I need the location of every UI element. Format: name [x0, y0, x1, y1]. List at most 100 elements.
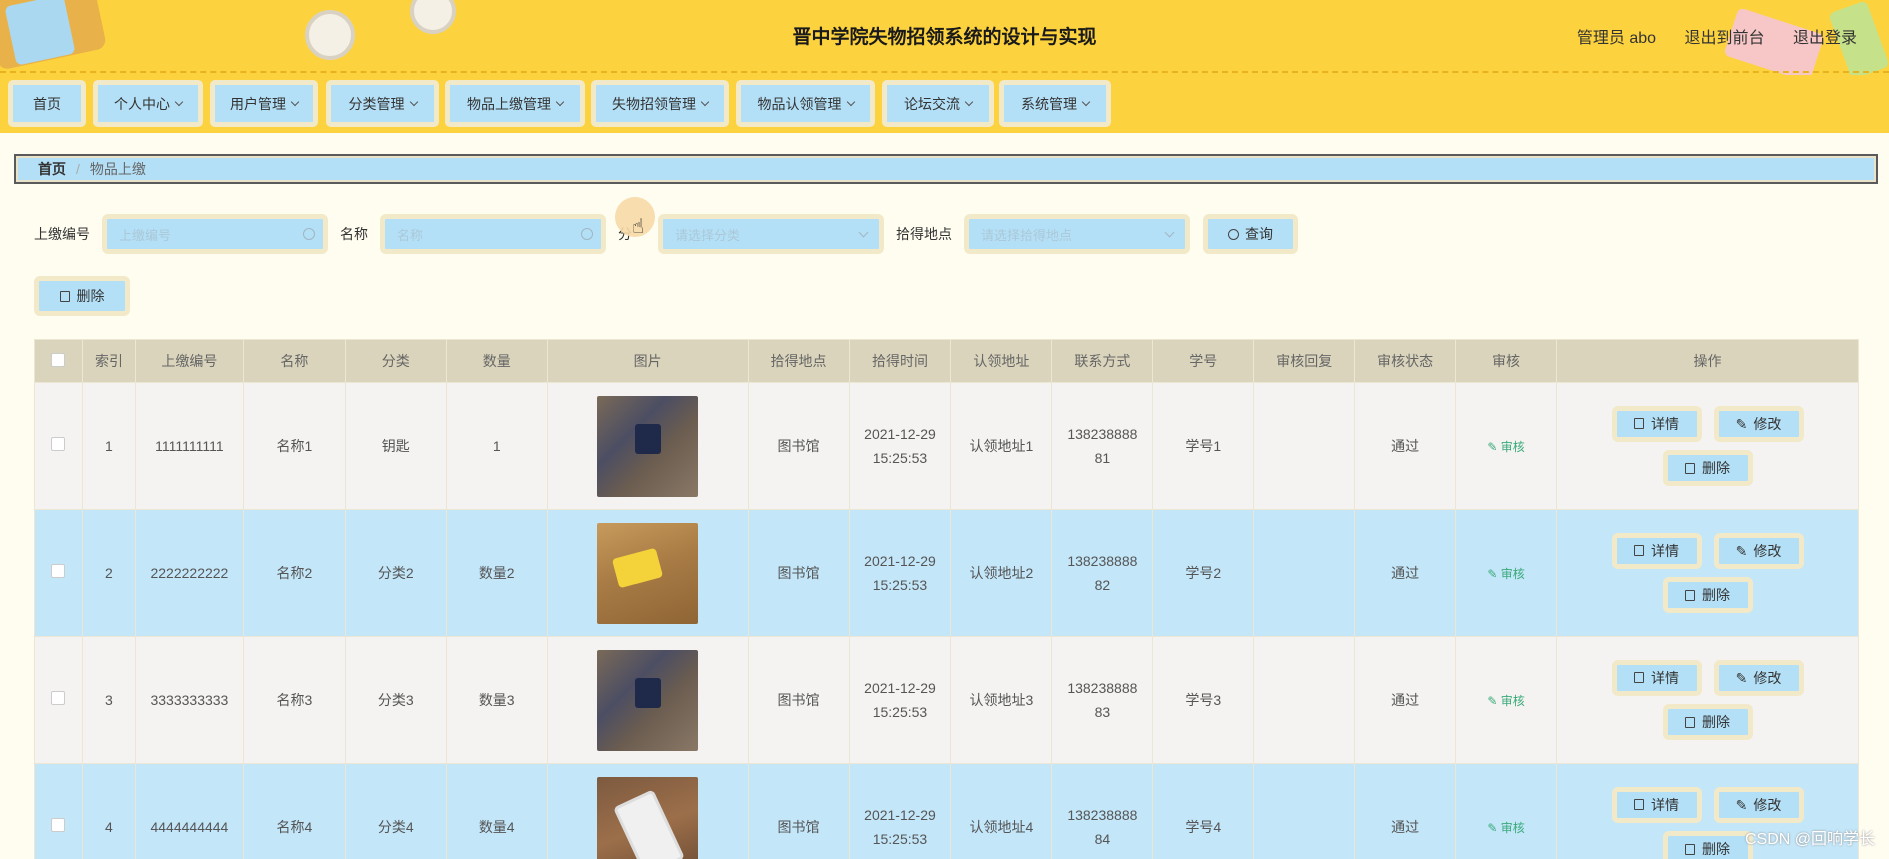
row-checkbox[interactable]	[51, 437, 66, 451]
select-all-checkbox[interactable]	[51, 352, 66, 367]
item-photo-keys[interactable]	[597, 395, 699, 497]
nav-category[interactable]: 分类管理	[326, 80, 439, 127]
bulk-delete-button[interactable]: 删除	[34, 276, 130, 316]
cell-qty: 1	[445, 382, 548, 510]
cell-code: 2222222222	[134, 509, 244, 637]
edit-icon: ✎	[1487, 820, 1501, 835]
phone-part2: 81	[1094, 450, 1111, 466]
chevron-down-icon	[290, 97, 300, 106]
place-select[interactable]: 请选择拾得地点	[964, 214, 1190, 254]
col-header: 审核	[1455, 339, 1558, 383]
top-links: 管理员 abo 退出到前台 退出登录	[1553, 24, 1857, 48]
cell-status: 通过	[1354, 382, 1457, 510]
cell-name: 名称2	[242, 509, 346, 637]
detail-button[interactable]: 详情	[1611, 786, 1702, 823]
col-header: 审核回复	[1253, 339, 1356, 383]
cell-audit: ✎ 审核	[1455, 382, 1558, 510]
item-photo-keychain[interactable]	[597, 522, 699, 624]
row-checkbox[interactable]	[51, 818, 66, 832]
cell-sid: 学号2	[1152, 509, 1255, 637]
cell-sid: 学号3	[1152, 636, 1255, 764]
col-header: 上缴编号	[134, 339, 244, 383]
nav-forum[interactable]: 论坛交流	[882, 80, 994, 127]
trash-icon	[1685, 462, 1696, 474]
top-header: 晋中学院失物招领系统的设计与实现 管理员 abo 退出到前台 退出登录	[0, 0, 1889, 75]
nav-personal[interactable]: 个人中心	[93, 80, 203, 127]
date-text: 2021-12-29	[864, 680, 936, 696]
logout-link[interactable]: 退出登录	[1793, 30, 1857, 47]
admin-label: 管理员 abo	[1576, 30, 1657, 47]
item-photo-keys[interactable]	[597, 649, 699, 751]
place-placeholder: 请选择拾得地点	[981, 227, 1073, 243]
edit-button[interactable]: ✎ 修改	[1713, 533, 1804, 570]
edit-button[interactable]: ✎ 修改	[1713, 787, 1804, 824]
edit-label: 修改	[1753, 670, 1782, 687]
code-label: 上缴编号	[34, 226, 90, 242]
category-select[interactable]: 请选择分类	[658, 214, 884, 254]
delete-button[interactable]: 删除	[1662, 831, 1753, 859]
row-checkbox[interactable]	[51, 691, 66, 705]
row-checkbox[interactable]	[51, 564, 66, 578]
cell-name: 名称4	[242, 763, 346, 859]
main-nav: 首页 个人中心 用户管理 分类管理 物品上缴管理 失物招领管理 物品认领管理 论…	[0, 75, 1889, 133]
nav-system[interactable]: 系统管理	[999, 80, 1111, 127]
nav-claim-label: 物品认领管理	[757, 95, 842, 112]
chevron-down-icon	[174, 97, 184, 106]
chevron-down-icon	[858, 227, 869, 238]
audit-link[interactable]: ✎ 审核	[1487, 821, 1524, 835]
cell-place: 图书馆	[747, 382, 850, 510]
detail-button[interactable]: 详情	[1611, 405, 1702, 442]
code-input[interactable]: 上缴编号	[102, 214, 328, 254]
detail-button[interactable]: 详情	[1611, 659, 1702, 696]
edit-button[interactable]: ✎ 修改	[1713, 406, 1804, 443]
breadcrumb-separator: /	[76, 161, 80, 177]
delete-button[interactable]: 删除	[1662, 577, 1753, 614]
nav-submit[interactable]: 物品上缴管理	[445, 80, 585, 127]
breadcrumb-current: 物品上缴	[89, 161, 146, 177]
table-header-row: 索引 上缴编号 名称 分类 数量 图片 拾得地点 拾得时间 认领地址 联系方式 …	[34, 339, 1859, 383]
cell-actions: 详情 ✎ 修改 删除	[1556, 636, 1859, 764]
query-button[interactable]: 查询	[1203, 214, 1298, 254]
trash-icon	[1685, 589, 1696, 601]
document-icon	[1634, 799, 1645, 811]
detail-button[interactable]: 详情	[1611, 532, 1702, 569]
edit-icon: ✎	[1735, 543, 1748, 560]
cell-code: 3333333333	[134, 636, 244, 764]
audit-link[interactable]: ✎ 审核	[1487, 694, 1524, 708]
nav-users[interactable]: 用户管理	[210, 80, 318, 127]
edit-button[interactable]: ✎ 修改	[1713, 660, 1804, 697]
cell-phone: 138238888 83	[1051, 636, 1154, 764]
nav-lost[interactable]: 失物招领管理	[591, 80, 729, 127]
cell-time: 2021-12-29 15:25:53	[848, 636, 952, 764]
cell-time: 2021-12-29 15:25:53	[848, 763, 952, 859]
row-select-cell	[34, 382, 83, 510]
delete-button[interactable]: 删除	[1662, 450, 1753, 487]
row-select-cell	[34, 763, 83, 859]
phone-part2: 83	[1094, 704, 1111, 720]
exit-to-front-link[interactable]: 退出到前台	[1685, 30, 1765, 47]
time-text: 15:25:53	[872, 831, 928, 847]
time-text: 15:25:53	[872, 577, 928, 593]
breadcrumb: 首页 / 物品上缴	[14, 154, 1878, 184]
nav-claim[interactable]: 物品认领管理	[736, 80, 875, 127]
edit-label: 修改	[1753, 543, 1782, 560]
row-select-cell	[34, 509, 83, 637]
audit-link[interactable]: ✎ 审核	[1487, 440, 1524, 454]
date-text: 2021-12-29	[864, 426, 936, 442]
col-header: 操作	[1556, 339, 1859, 383]
audit-label: 审核	[1500, 693, 1525, 708]
cell-name: 名称1	[242, 382, 346, 510]
nav-system-label: 系统管理	[1021, 95, 1077, 112]
cell-actions: 详情 ✎ 修改 删除	[1556, 509, 1859, 637]
detail-label: 详情	[1651, 415, 1680, 432]
name-input[interactable]: 名称	[380, 214, 606, 254]
header-divider	[0, 71, 1889, 73]
date-text: 2021-12-29	[864, 807, 936, 823]
nav-home[interactable]: 首页	[8, 80, 86, 127]
phone-part1: 138238888	[1067, 426, 1138, 442]
audit-link[interactable]: ✎ 审核	[1487, 567, 1524, 581]
cell-name: 名称3	[242, 636, 346, 764]
delete-button[interactable]: 删除	[1662, 704, 1753, 741]
item-photo-phone[interactable]	[597, 776, 699, 859]
breadcrumb-home[interactable]: 首页	[38, 159, 66, 179]
